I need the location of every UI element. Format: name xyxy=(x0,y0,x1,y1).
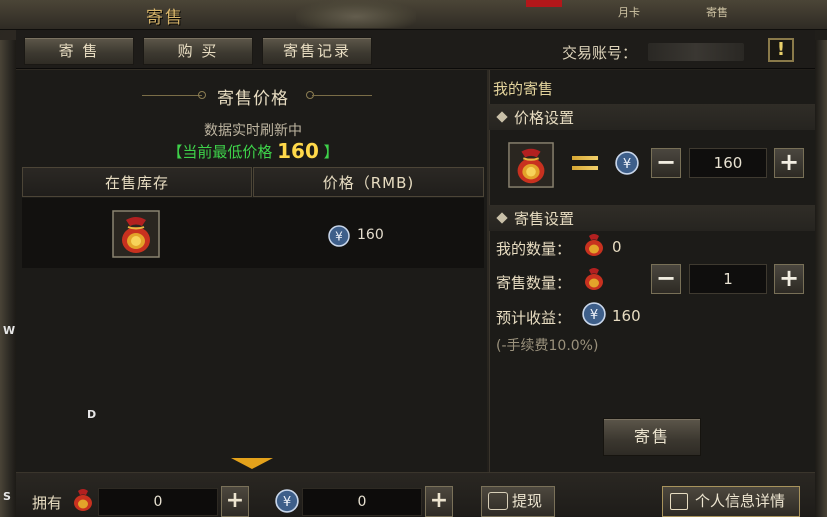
withdraw-button[interactable]: 提现 xyxy=(481,486,555,517)
lowest-price-line: 【当前最低价格 160 】 xyxy=(22,139,484,163)
tab-consign-records[interactable]: 寄售记录 xyxy=(262,37,372,65)
edge-letter-w: W xyxy=(3,324,16,337)
tab-consign[interactable]: 寄 售 xyxy=(24,37,134,65)
withdraw-icon xyxy=(488,492,508,510)
svg-text:¥: ¥ xyxy=(335,230,343,244)
tab-buy[interactable]: 购 买 xyxy=(143,37,253,65)
withdraw-label: 提现 xyxy=(512,492,543,510)
account-value-blurred xyxy=(648,43,744,61)
right-ornament xyxy=(815,40,827,517)
add-coin-button[interactable]: + xyxy=(425,486,453,517)
price-increase-button[interactable]: + xyxy=(774,148,804,178)
quantity-increase-button[interactable]: + xyxy=(774,264,804,294)
edge-letter-d: D xyxy=(87,408,97,421)
quantity-input[interactable]: 1 xyxy=(689,264,767,294)
rmb-coin-icon: ¥ xyxy=(615,151,639,179)
lowest-price-value: 160 xyxy=(277,139,319,163)
edge-letter-s: S xyxy=(3,490,11,503)
profile-details-button[interactable]: 个人信息详情 xyxy=(662,486,800,517)
rmb-coin-icon: ¥ xyxy=(582,302,606,330)
table-row[interactable] xyxy=(22,198,484,268)
lowest-price-suffix: 】 xyxy=(323,143,339,161)
coin-amount-field: 0 xyxy=(302,488,422,516)
expected-income-label: 预计收益： xyxy=(496,309,572,327)
ornament-line-right xyxy=(312,95,372,96)
column-price: 价格（RMB) xyxy=(253,167,484,197)
left-ornament xyxy=(0,40,16,517)
column-stock: 在售库存 xyxy=(22,167,252,197)
lucky-bag-small-icon xyxy=(71,486,95,517)
profile-details-label: 个人信息详情 xyxy=(695,492,786,510)
notification-bar xyxy=(526,0,562,7)
add-bag-button[interactable]: + xyxy=(221,486,249,517)
lowest-price-prefix: 【当前最低价格 xyxy=(167,143,273,161)
user-card-icon xyxy=(670,493,688,510)
svg-text:¥: ¥ xyxy=(623,157,631,172)
price-input[interactable]: 160 xyxy=(689,148,767,178)
consign-setting-title: 寄售设置 xyxy=(514,210,575,228)
consign-shortcut-label[interactable]: 寄售 xyxy=(706,4,728,20)
window-title: 寄售 xyxy=(146,8,184,28)
price-title: 寄售价格 xyxy=(217,89,289,109)
refresh-note: 数据实时刷新中 xyxy=(204,123,302,139)
rmb-coin-icon: ¥ xyxy=(328,225,350,251)
price-setting-title: 价格设置 xyxy=(514,109,575,127)
expected-income-value: 160 xyxy=(612,307,641,325)
my-quantity-value: 0 xyxy=(612,238,622,256)
monthly-card-label[interactable]: 月卡 xyxy=(618,4,640,20)
top-right-menu: 月卡 寄售 xyxy=(500,0,750,20)
equals-icon xyxy=(572,156,598,174)
dragon-ornament-icon xyxy=(296,0,416,28)
own-label: 拥有 xyxy=(32,494,63,512)
rmb-coin-icon: ¥ xyxy=(275,489,299,517)
consign-button[interactable]: 寄售 xyxy=(603,418,701,456)
my-consign-title: 我的寄售 xyxy=(493,80,554,98)
price-decrease-button[interactable]: − xyxy=(651,148,681,178)
my-quantity-label: 我的数量： xyxy=(496,240,572,258)
svg-text:¥: ¥ xyxy=(590,308,598,323)
svg-text:¥: ¥ xyxy=(283,495,291,510)
consign-quantity-label: 寄售数量： xyxy=(496,274,572,292)
account-label: 交易账号： xyxy=(562,44,638,62)
lucky-bag-icon-large xyxy=(508,142,554,188)
lucky-bag-small-icon xyxy=(582,232,606,262)
info-button[interactable]: ! xyxy=(768,38,794,62)
bag-amount-field: 0 xyxy=(98,488,218,516)
fee-note: (-手续费10.0%) xyxy=(496,338,599,354)
row-price: 160 xyxy=(357,227,384,243)
expand-down-icon[interactable] xyxy=(231,458,273,469)
lucky-bag-icon[interactable] xyxy=(112,210,160,258)
lucky-bag-small-icon xyxy=(582,266,606,296)
price-header: 寄售价格 xyxy=(22,78,484,114)
quantity-decrease-button[interactable]: − xyxy=(651,264,681,294)
